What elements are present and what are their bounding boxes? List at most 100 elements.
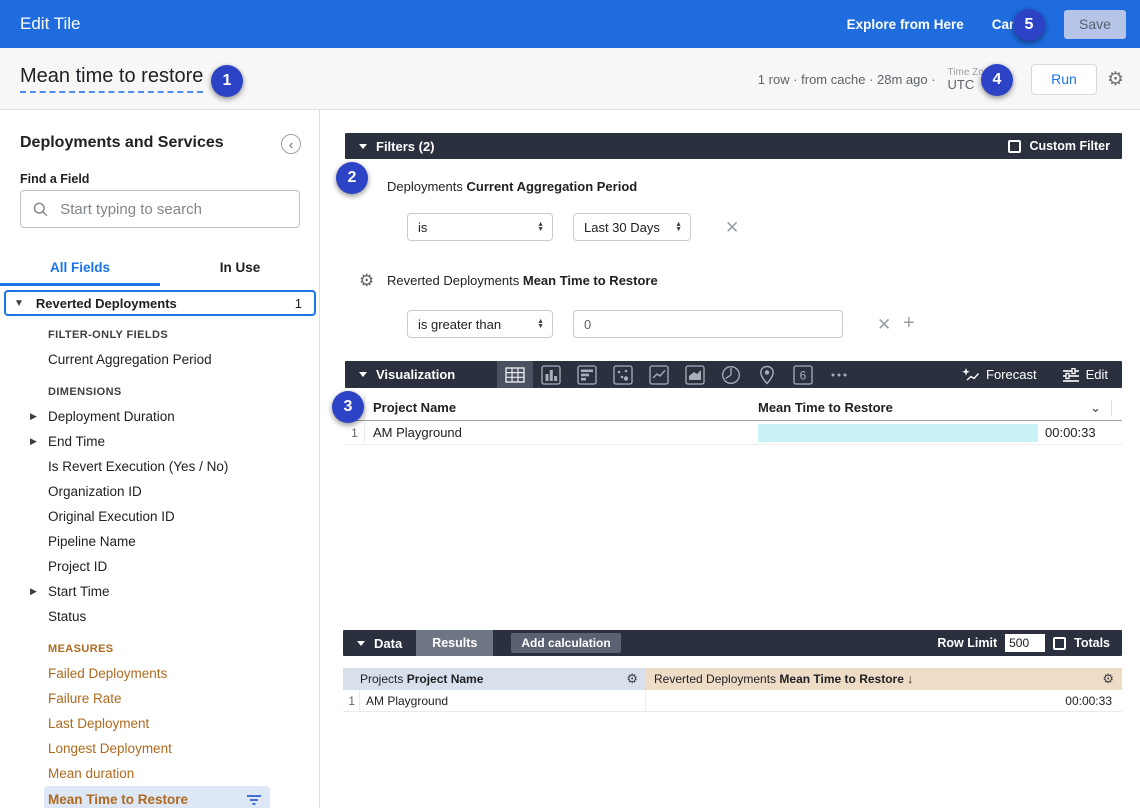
- field-current-aggregation-period[interactable]: Current Aggregation Period: [0, 347, 320, 372]
- timezone-value: UTC: [948, 78, 975, 92]
- find-a-field-label: Find a Field: [20, 172, 89, 186]
- collapse-sidebar-icon[interactable]: ‹: [281, 134, 301, 154]
- field-deployment-duration[interactable]: ▶Deployment Duration: [0, 404, 320, 429]
- add-calculation-button[interactable]: Add calculation: [511, 633, 620, 653]
- row-number: 1: [345, 421, 365, 444]
- annotation-badge-3: 3: [332, 391, 364, 423]
- viz-line-chart-icon[interactable]: [641, 361, 677, 388]
- tile-title[interactable]: Mean time to restore: [20, 65, 203, 93]
- data-header-bar[interactable]: Data Results Add calculation Row Limit T…: [343, 630, 1122, 656]
- viz-single-value-icon[interactable]: 6: [785, 361, 821, 388]
- value-bar: [758, 424, 1038, 442]
- filter2-settings-gear-icon[interactable]: ⚙: [359, 272, 374, 289]
- viz-bar-chart-icon[interactable]: [569, 361, 605, 388]
- field-start-time[interactable]: ▶Start Time: [0, 579, 320, 604]
- save-button[interactable]: Save: [1064, 10, 1126, 39]
- filter1-field-label: Deployments Current Aggregation Period: [387, 179, 637, 194]
- tab-all-fields[interactable]: All Fields: [0, 250, 160, 286]
- expand-arrow-icon[interactable]: ▶: [30, 411, 37, 422]
- viz-map-pin-icon[interactable]: [749, 361, 785, 388]
- viz-column-chart-icon[interactable]: [533, 361, 569, 388]
- mean-time-value: 00:00:33: [1045, 425, 1096, 440]
- section-filter-only-fields: FILTER-ONLY FIELDS: [0, 322, 320, 347]
- add-filter-icon[interactable]: +: [903, 312, 915, 335]
- annotation-badge-5: 5: [1013, 9, 1045, 41]
- viz-more-icon[interactable]: [821, 361, 857, 388]
- viz-edit-button[interactable]: Edit: [1063, 367, 1108, 382]
- viz-pie-chart-icon[interactable]: [713, 361, 749, 388]
- run-button[interactable]: Run: [1031, 64, 1097, 95]
- project-name-cell: AM Playground: [360, 690, 646, 711]
- search-icon: [33, 201, 48, 218]
- project-name-cell: AM Playground: [365, 425, 750, 440]
- remove-filter1-icon[interactable]: ✕: [725, 218, 739, 238]
- expand-arrow-icon[interactable]: ▶: [30, 586, 37, 597]
- field-pipeline-name[interactable]: Pipeline Name: [0, 529, 320, 554]
- field-organization-id[interactable]: Organization ID: [0, 479, 320, 504]
- view-group-reverted-deployments[interactable]: ▼ Reverted Deployments 1: [4, 290, 316, 316]
- filter-list-icon[interactable]: [246, 794, 262, 806]
- collapse-caret-icon[interactable]: [357, 641, 365, 646]
- viz-area-chart-icon[interactable]: [677, 361, 713, 388]
- viz-table-row[interactable]: 1 AM Playground 00:00:33: [345, 421, 1122, 445]
- title-strip: Mean time to restore 1 row · from cache …: [0, 48, 1140, 110]
- field-search[interactable]: [20, 190, 300, 228]
- viz-col-mean-time-to-restore[interactable]: Mean Time to Restore ⌄: [750, 400, 1122, 416]
- query-status: 1 row · from cache · 28m ago ·: [758, 72, 936, 87]
- column-gear-icon[interactable]: ⚙: [1102, 671, 1114, 687]
- section-measures: MEASURES: [0, 636, 320, 661]
- results-tab[interactable]: Results: [416, 630, 493, 656]
- results-table: Projects Project Name ⚙ Reverted Deploym…: [343, 668, 1122, 712]
- svg-text:6: 6: [800, 368, 807, 382]
- expand-arrow-icon[interactable]: ▶: [30, 436, 37, 447]
- field-is-revert-execution[interactable]: Is Revert Execution (Yes / No): [0, 454, 320, 479]
- filter1-operator-select[interactable]: is ▲▼: [407, 213, 553, 241]
- field-last-deployment[interactable]: Last Deployment: [0, 711, 320, 736]
- results-col-mean-time-to-restore[interactable]: Reverted Deployments Mean Time to Restor…: [646, 668, 1122, 690]
- viz-table-icon[interactable]: [497, 361, 533, 388]
- row-limit-input[interactable]: [1005, 634, 1045, 652]
- visualization-header-bar[interactable]: Visualization: [345, 361, 1122, 388]
- custom-filter-checkbox[interactable]: [1008, 140, 1021, 153]
- tune-icon: [1063, 368, 1079, 382]
- field-original-execution-id[interactable]: Original Execution ID: [0, 504, 320, 529]
- annotation-badge-1: 1: [211, 65, 243, 97]
- viz-table: Project Name Mean Time to Restore ⌄ 1 AM…: [345, 395, 1122, 445]
- viz-col-project-name[interactable]: Project Name: [365, 400, 750, 415]
- totals-checkbox[interactable]: [1053, 637, 1066, 650]
- collapse-caret-icon[interactable]: [359, 372, 367, 377]
- forecast-sparkle-icon: [962, 368, 979, 382]
- collapse-caret-icon[interactable]: [359, 144, 367, 149]
- field-search-input[interactable]: [60, 201, 287, 218]
- explore-from-here-link[interactable]: Explore from Here: [847, 17, 964, 32]
- results-table-row[interactable]: 1 AM Playground 00:00:33: [343, 690, 1122, 712]
- filter2-operator-select[interactable]: is greater than ▲▼: [407, 310, 553, 338]
- row-limit-label: Row Limit: [937, 636, 997, 650]
- select-arrows-icon: ▲▼: [537, 319, 544, 329]
- field-mean-duration[interactable]: Mean duration: [0, 761, 320, 786]
- field-end-time[interactable]: ▶End Time: [0, 429, 320, 454]
- field-mean-time-to-restore-selected[interactable]: Mean Time to Restore: [44, 786, 270, 808]
- caret-down-icon: ▼: [14, 298, 24, 309]
- column-menu-icon[interactable]: ⌄: [1090, 400, 1112, 416]
- viz-scatter-plot-icon[interactable]: [605, 361, 641, 388]
- field-project-id[interactable]: Project ID: [0, 554, 320, 579]
- topbar: Edit Tile Explore from Here Cancel Save: [0, 0, 1140, 48]
- remove-filter2-icon[interactable]: ✕: [877, 315, 891, 335]
- results-col-project-name[interactable]: Projects Project Name ⚙: [343, 668, 646, 690]
- filter2-value-input[interactable]: [573, 310, 843, 338]
- settings-gear-icon[interactable]: ⚙: [1107, 70, 1124, 89]
- column-gear-icon[interactable]: ⚙: [626, 671, 638, 687]
- forecast-button[interactable]: Forecast: [962, 367, 1037, 382]
- explore-name: Deployments and Services: [20, 134, 224, 152]
- filter1-value-select[interactable]: Last 30 Days ▲▼: [573, 213, 691, 241]
- filters-header-bar[interactable]: Filters (2) Custom Filter: [345, 133, 1122, 159]
- field-longest-deployment[interactable]: Longest Deployment: [0, 736, 320, 761]
- field-tree: ▼ Reverted Deployments 1 FILTER-ONLY FIE…: [0, 290, 320, 808]
- tab-in-use[interactable]: In Use: [160, 250, 320, 286]
- field-failure-rate[interactable]: Failure Rate: [0, 686, 320, 711]
- field-status[interactable]: Status: [0, 604, 320, 629]
- field-failed-deployments[interactable]: Failed Deployments: [0, 661, 320, 686]
- sidebar-tabs: All Fields In Use: [0, 250, 320, 286]
- viz-type-toolbar: 6: [497, 361, 857, 388]
